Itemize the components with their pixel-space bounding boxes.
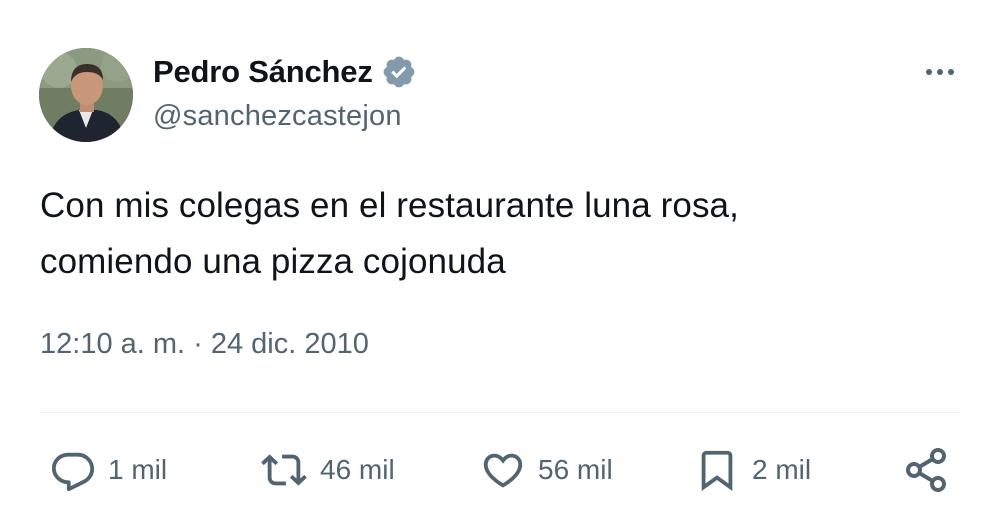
tweet-timestamp[interactable]: 12:10 a. m. · 24 dic. 2010 xyxy=(40,328,369,361)
more-dot xyxy=(926,69,932,75)
repost-count: 46 mil xyxy=(320,454,395,485)
reply-icon xyxy=(51,452,95,492)
more-dot xyxy=(948,69,954,75)
more-dot xyxy=(937,69,943,75)
like-count: 56 mil xyxy=(538,454,613,485)
bookmark-icon xyxy=(701,450,733,491)
tweet-text-line-2: comiendo una pizza cojonuda xyxy=(40,242,506,281)
action-bar: 1 mil 46 mil 56 mil 2 mil xyxy=(40,440,960,500)
bookmark-count: 2 mil xyxy=(752,454,812,485)
tweet-card: Pedro Sánchez @sanchezcastejon Con mis c… xyxy=(0,0,1000,521)
bookmark-button[interactable]: 2 mil xyxy=(694,440,811,500)
author-name-row: Pedro Sánchez xyxy=(153,52,417,92)
verified-badge-icon[interactable] xyxy=(381,54,417,90)
repost-button[interactable]: 46 mil xyxy=(260,440,395,500)
divider xyxy=(40,412,960,413)
share-icon xyxy=(906,448,946,492)
reply-count: 1 mil xyxy=(108,454,168,485)
tweet-text: Con mis colegas en el restaurante luna r… xyxy=(40,178,960,290)
tweet-text-line-1: Con mis colegas en el restaurante luna r… xyxy=(40,186,739,225)
more-icon[interactable] xyxy=(920,58,960,86)
share-button[interactable] xyxy=(902,440,950,500)
heart-icon xyxy=(483,453,523,488)
avatar[interactable] xyxy=(39,48,133,142)
repost-icon xyxy=(261,454,307,486)
reply-button[interactable]: 1 mil xyxy=(50,440,167,500)
author-name[interactable]: Pedro Sánchez xyxy=(153,54,373,90)
author-handle[interactable]: @sanchezcastejon xyxy=(153,100,402,133)
avatar-photo xyxy=(39,48,133,142)
like-button[interactable]: 56 mil xyxy=(480,440,613,500)
